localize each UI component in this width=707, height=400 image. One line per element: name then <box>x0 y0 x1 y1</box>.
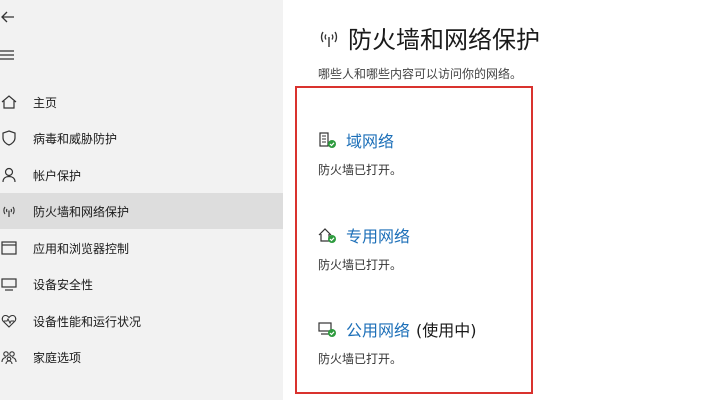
app-window-icon <box>0 238 19 258</box>
network-link-public[interactable]: 公用网络 <box>346 317 410 341</box>
network-link-domain[interactable]: 域网络 <box>346 128 394 152</box>
sidebar-item-app-browser-control[interactable]: 应用和浏览器控制 <box>0 230 283 266</box>
network-in-use-label: (使用中) <box>416 321 477 340</box>
sidebar-item-label: 病毒和威胁防护 <box>33 131 118 146</box>
page-subtitle: 哪些人和哪些内容可以访问你的网络。 <box>318 67 523 81</box>
page-header: 防火墙和网络保护 <box>318 20 540 55</box>
sidebar-item-virus-protection[interactable]: 病毒和威胁防护 <box>0 120 283 156</box>
sidebar-item-device-performance[interactable]: 设备性能和运行状况 <box>0 303 283 339</box>
main-content: 防火墙和网络保护 哪些人和哪些内容可以访问你的网络。 域网络 防火墙已打开。 专… <box>283 0 707 400</box>
family-icon <box>0 347 19 367</box>
domain-network-icon <box>319 132 336 148</box>
network-status: 防火墙已打开。 <box>318 258 403 272</box>
sidebar-item-home[interactable]: 主页 <box>0 84 283 120</box>
sidebar-item-account-protection[interactable]: 帐户保护 <box>0 157 283 193</box>
network-status: 防火墙已打开。 <box>318 163 403 177</box>
hamburger-icon <box>0 50 14 60</box>
menu-button[interactable] <box>0 44 22 66</box>
page-title: 防火墙和网络保护 <box>348 26 540 54</box>
wifi-antenna-icon <box>320 31 338 47</box>
sidebar-item-label: 设备性能和运行状况 <box>33 314 142 329</box>
shield-icon <box>0 128 19 148</box>
network-public: 公用网络 (使用中) 防火墙已打开。 <box>318 317 477 367</box>
heart-pulse-icon <box>0 311 19 331</box>
sidebar-item-label: 主页 <box>33 95 58 110</box>
sidebar-item-firewall[interactable]: 防火墙和网络保护 <box>0 193 283 229</box>
sidebar-item-family-options[interactable]: 家庭选项 <box>0 339 283 375</box>
private-network-icon <box>318 228 336 243</box>
network-status: 防火墙已打开。 <box>318 352 403 366</box>
back-arrow-icon <box>1 11 14 23</box>
sidebar-item-device-security[interactable]: 设备安全性 <box>0 266 283 302</box>
back-button[interactable] <box>0 6 22 28</box>
network-domain: 域网络 防火墙已打开。 <box>318 128 402 178</box>
device-icon <box>0 274 19 294</box>
wifi-antenna-icon <box>0 201 19 221</box>
sidebar-item-label: 设备安全性 <box>33 277 94 292</box>
sidebar: 主页 病毒和威胁防护 帐户保护 防火墙和网络保护 应用和浏览器控制 设备安全性 <box>0 0 283 400</box>
sidebar-item-label: 帐户保护 <box>33 168 82 183</box>
network-link-private[interactable]: 专用网络 <box>346 223 410 247</box>
person-icon <box>0 165 19 185</box>
sidebar-item-label: 应用和浏览器控制 <box>33 241 130 256</box>
public-network-icon <box>318 322 336 337</box>
sidebar-item-label: 防火墙和网络保护 <box>33 204 130 219</box>
network-private: 专用网络 防火墙已打开。 <box>318 223 410 273</box>
sidebar-item-label: 家庭选项 <box>33 350 82 365</box>
home-icon <box>0 92 19 112</box>
